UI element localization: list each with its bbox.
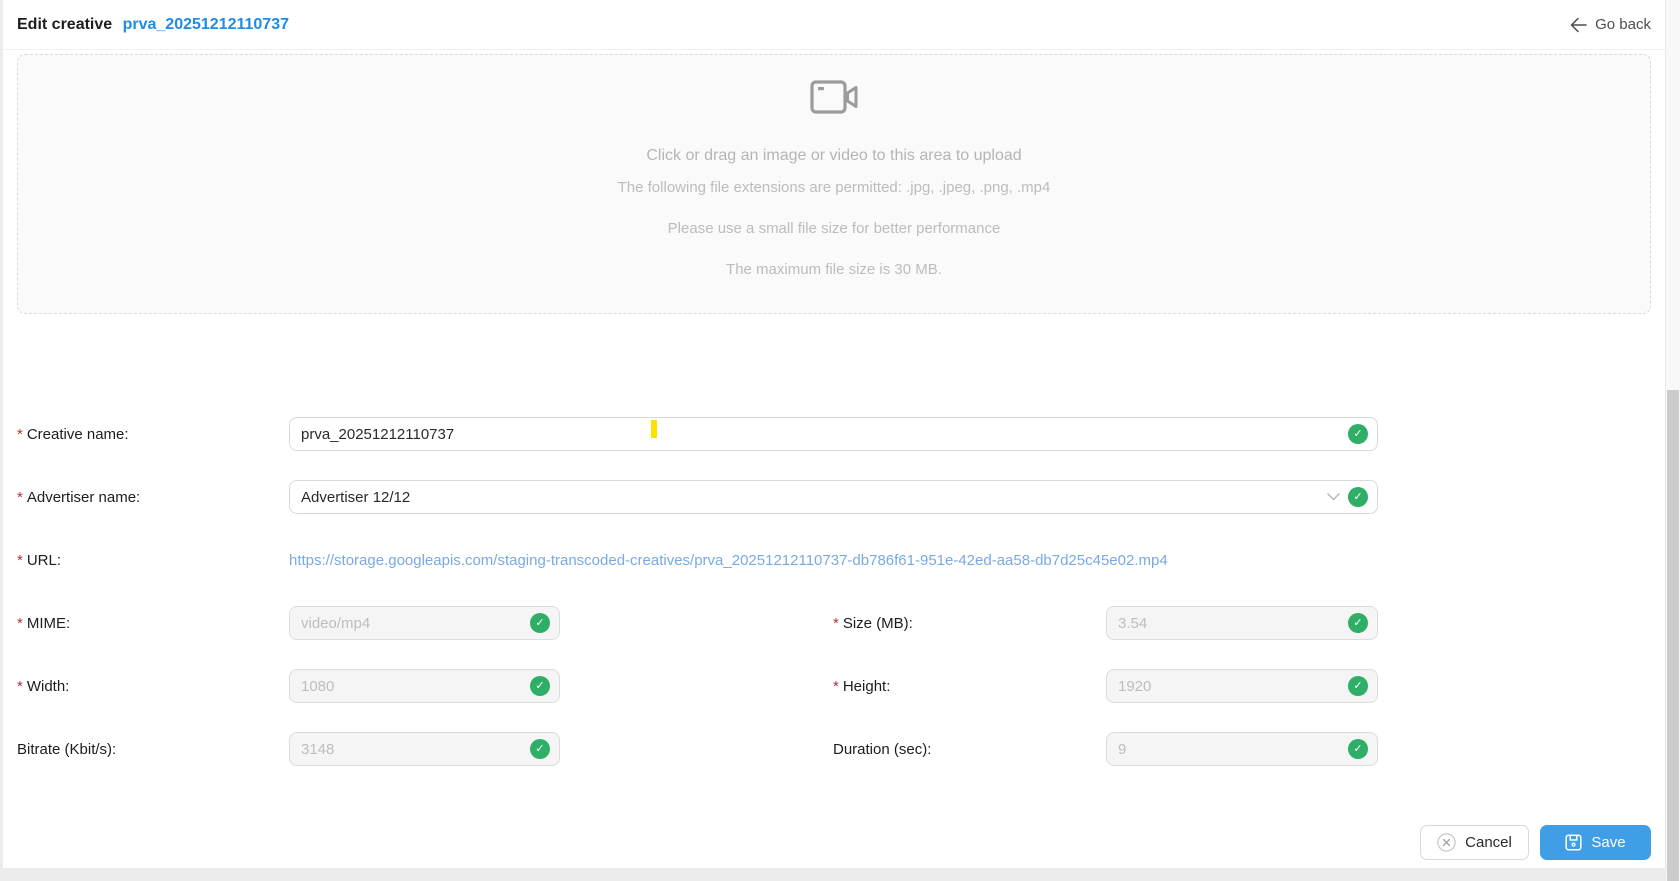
advertiser-name-field: Advertiser 12/12 ✓: [289, 480, 1378, 514]
valid-check-icon: ✓: [530, 739, 550, 759]
header: Edit creative prva_20251212110737 Go bac…: [3, 0, 1665, 50]
creative-name-input[interactable]: [289, 417, 1378, 451]
mime-field: ✓: [289, 606, 560, 640]
save-button-label: Save: [1591, 834, 1626, 851]
width-input: [289, 669, 560, 703]
save-floppy-icon: [1565, 834, 1582, 851]
size-label-text: Size (MB):: [842, 614, 913, 632]
go-back-button[interactable]: Go back: [1569, 16, 1651, 33]
form-row-advertiser-name: * Advertiser name: Advertiser 12/12 ✓: [17, 480, 1651, 514]
bitrate-label-text: Bitrate (Kbit/s):: [17, 740, 117, 758]
height-input: [1106, 669, 1378, 703]
valid-check-icon: ✓: [530, 613, 550, 633]
advertiser-select-value: Advertiser 12/12: [301, 488, 411, 506]
form-row-url: * URL: https://storage.googleapis.com/sta…: [17, 543, 1651, 577]
width-field: ✓: [289, 669, 560, 703]
upload-dropzone[interactable]: Click or drag an image or video to this …: [17, 54, 1651, 314]
url-label: * URL:: [17, 552, 289, 569]
footer-actions: Cancel Save: [1420, 825, 1651, 860]
mime-label: * MIME:: [17, 615, 289, 632]
required-mark: *: [17, 614, 23, 632]
size-label: * Size (MB):: [833, 615, 1106, 632]
creative-name-label-text: Creative name:: [26, 425, 129, 443]
creative-name-label: * Creative name:: [17, 426, 289, 443]
edit-creative-panel: Edit creative prva_20251212110737 Go bac…: [3, 0, 1665, 868]
form-row-mime-size: *MIME: ✓ *Size (MB): ✓: [17, 606, 1651, 640]
upload-instruction: Click or drag an image or video to this …: [646, 147, 1022, 164]
required-mark: *: [833, 614, 839, 632]
cancel-button[interactable]: Cancel: [1420, 825, 1529, 860]
required-mark: *: [17, 488, 23, 506]
page-title: Edit creative prva_20251212110737: [17, 16, 289, 34]
required-mark: *: [17, 677, 23, 695]
required-mark: *: [833, 677, 839, 695]
bitrate-field: ✓: [289, 732, 560, 766]
size-input: [1106, 606, 1378, 640]
size-field: ✓: [1106, 606, 1378, 640]
upload-max-size-hint: The maximum file size is 30 MB.: [726, 261, 942, 278]
url-label-text: URL:: [26, 551, 62, 569]
duration-label-text: Duration (sec):: [833, 740, 932, 758]
video-camera-icon: [809, 77, 859, 122]
creative-url-link[interactable]: https://storage.googleapis.com/staging-t…: [289, 552, 1168, 569]
save-button[interactable]: Save: [1540, 825, 1651, 860]
upload-performance-hint: Please use a small file size for better …: [667, 220, 1001, 237]
chevron-down-icon: [1327, 493, 1340, 501]
advertiser-name-label: * Advertiser name:: [17, 489, 289, 506]
valid-check-icon: ✓: [530, 676, 550, 696]
page-title-prefix: Edit creative: [17, 15, 113, 33]
width-label-text: Width:: [26, 677, 70, 695]
text-cursor-marker: [651, 420, 657, 438]
valid-check-icon: ✓: [1348, 739, 1368, 759]
valid-check-icon: ✓: [1348, 487, 1368, 507]
width-label: * Width:: [17, 678, 289, 695]
required-mark: *: [17, 551, 23, 569]
required-mark: *: [17, 425, 23, 443]
valid-check-icon: ✓: [1348, 676, 1368, 696]
cancel-button-label: Cancel: [1465, 834, 1512, 851]
form-row-creative-name: *Creative name: ✓: [17, 417, 1651, 451]
mime-label-text: MIME:: [26, 614, 71, 632]
duration-field: ✓: [1106, 732, 1378, 766]
close-circle-icon: [1437, 833, 1456, 852]
height-label-text: Height:: [842, 677, 891, 695]
scrollbar-track[interactable]: [1665, 0, 1680, 881]
bitrate-input: [289, 732, 560, 766]
scrollbar-thumb[interactable]: [1667, 390, 1679, 881]
height-label: * Height:: [833, 678, 1106, 695]
arrow-left-icon: [1569, 17, 1587, 33]
advertiser-select[interactable]: Advertiser 12/12: [289, 480, 1378, 514]
mime-input: [289, 606, 560, 640]
duration-input: [1106, 732, 1378, 766]
url-field: https://storage.googleapis.com/staging-t…: [289, 543, 1378, 577]
form-row-width-height: *Width: ✓ *Height: ✓: [17, 669, 1651, 703]
edit-creative-form: *Creative name: ✓ *Advertiser name: Adve…: [17, 417, 1651, 795]
advertiser-name-label-text: Advertiser name:: [26, 488, 141, 506]
duration-label: Duration (sec):: [833, 741, 1106, 758]
bitrate-label: Bitrate (Kbit/s):: [17, 741, 289, 758]
height-field: ✓: [1106, 669, 1378, 703]
valid-check-icon: ✓: [1348, 613, 1368, 633]
upload-extensions-hint: The following file extensions are permit…: [617, 179, 1051, 196]
creative-name-field: ✓: [289, 417, 1378, 451]
go-back-label: Go back: [1595, 16, 1651, 33]
valid-check-icon: ✓: [1348, 424, 1368, 444]
form-row-bitrate-duration: Bitrate (Kbit/s): ✓ Duration (sec): ✓: [17, 732, 1651, 766]
creative-title-link[interactable]: prva_20251212110737: [123, 16, 289, 33]
